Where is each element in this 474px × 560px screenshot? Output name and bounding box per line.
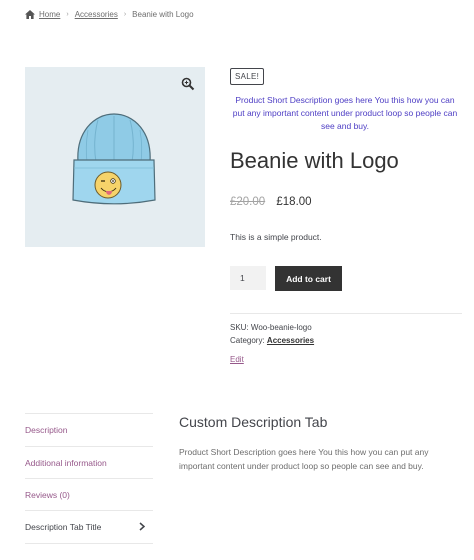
old-price: £20.00 — [230, 196, 266, 208]
product-description: This is a simple product. — [230, 232, 322, 242]
tab-description-tab-title[interactable]: Description Tab Title — [25, 522, 153, 532]
edit-link[interactable]: Edit — [230, 355, 244, 364]
sku-value: Woo-beanie-logo — [250, 323, 312, 332]
product-price: £20.00 £18.00 — [230, 196, 312, 208]
tab-divider — [25, 510, 153, 511]
sale-price: £18.00 — [276, 196, 312, 208]
sale-badge: SALE! — [230, 68, 265, 85]
tab-divider — [25, 478, 153, 479]
beanie-image — [72, 113, 156, 205]
tab-reviews[interactable]: Reviews (0) — [25, 490, 153, 500]
breadcrumb: Home › Accessories › Beanie with Logo — [25, 10, 194, 19]
tab-panel-title: Custom Description Tab — [179, 414, 328, 430]
breadcrumb-home-link[interactable]: Home — [39, 10, 60, 19]
sku-label: SKU: — [230, 323, 249, 332]
tab-description[interactable]: Description — [25, 425, 153, 435]
quantity-input[interactable] — [230, 266, 266, 290]
category-link[interactable]: Accessories — [267, 336, 314, 345]
divider — [230, 313, 462, 314]
product-title: Beanie with Logo — [230, 148, 399, 173]
tab-divider — [25, 446, 153, 447]
category-label: Category: — [230, 336, 265, 345]
zoom-icon[interactable] — [181, 77, 195, 91]
add-to-cart-button[interactable]: Add to cart — [275, 266, 342, 291]
tab-panel-text: Product Short Description goes here You … — [179, 447, 429, 471]
breadcrumb-separator: › — [66, 11, 69, 18]
tab-divider — [25, 543, 153, 544]
sku-row: SKU: Woo-beanie-logo — [230, 323, 312, 332]
short-description: Product Short Description goes here You … — [232, 95, 458, 132]
breadcrumb-current: Beanie with Logo — [132, 10, 194, 19]
home-icon — [25, 10, 35, 19]
chevron-right-icon — [139, 522, 145, 531]
tab-divider — [25, 413, 153, 414]
breadcrumb-category-link[interactable]: Accessories — [75, 10, 118, 19]
tab-additional-information[interactable]: Additional information — [25, 458, 153, 468]
breadcrumb-separator: › — [123, 11, 127, 18]
category-row: Category: Accessories — [230, 336, 314, 345]
